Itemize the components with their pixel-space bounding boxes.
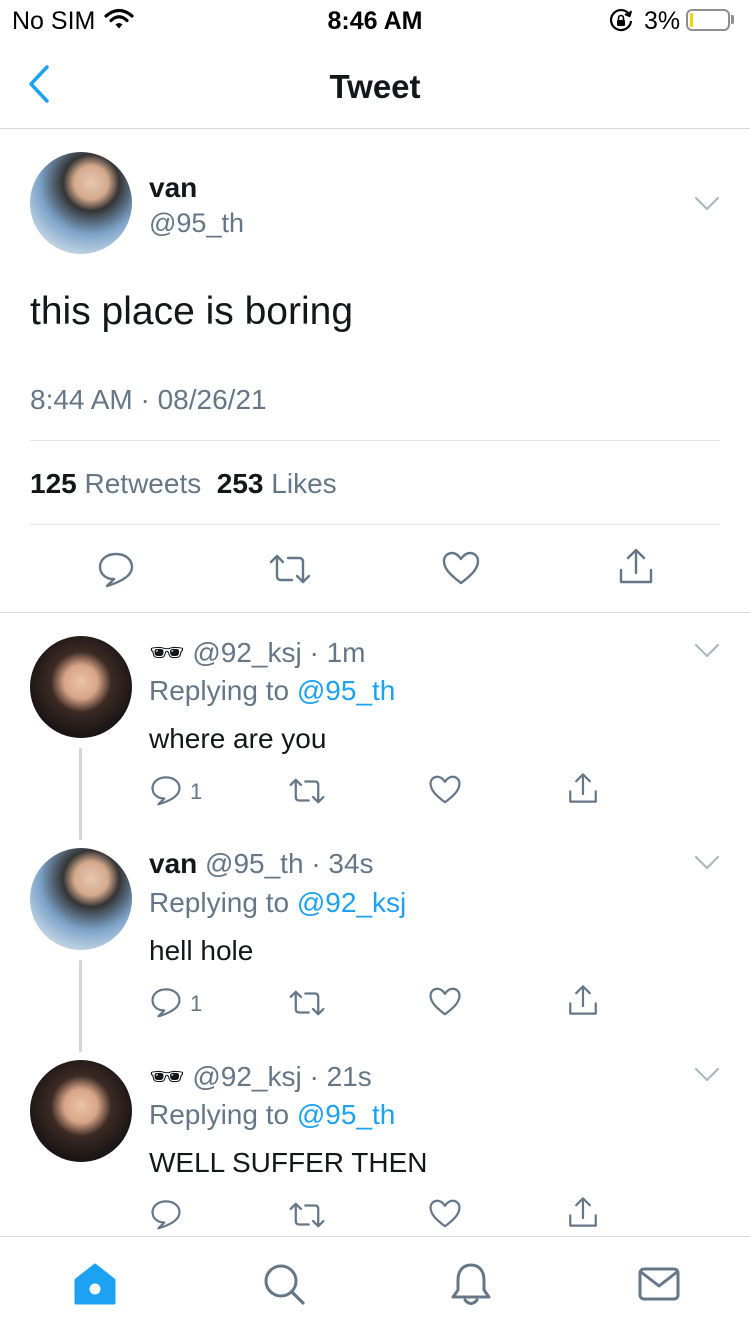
chevron-down-icon[interactable] <box>694 1067 720 1088</box>
avatar[interactable] <box>30 152 132 254</box>
replying-to-handle[interactable]: @95_th <box>297 675 396 706</box>
status-bar: No SIM 8:46 AM 3% <box>0 0 750 40</box>
battery-icon <box>686 9 730 31</box>
chevron-down-icon[interactable] <box>694 855 720 876</box>
replying-to-handle[interactable]: @95_th <box>297 1099 396 1130</box>
likes-label[interactable]: Likes <box>271 468 336 499</box>
section-divider <box>0 612 750 613</box>
chevron-down-icon[interactable] <box>694 643 720 664</box>
like-icon[interactable] <box>441 550 481 591</box>
author-handle[interactable]: @92_ksj <box>192 1061 301 1092</box>
reply-text: hell hole <box>149 935 254 966</box>
status-time: 8:46 AM <box>327 7 423 35</box>
search-icon[interactable] <box>261 1261 307 1312</box>
reply-icon[interactable] <box>150 774 182 811</box>
replying-to-label: Replying to <box>149 675 290 706</box>
share-icon[interactable] <box>566 771 600 810</box>
notifications-icon[interactable] <box>448 1261 494 1312</box>
retweet-icon[interactable] <box>288 1200 326 1235</box>
replying-to: Replying to @95_th <box>149 675 395 707</box>
thread-line <box>79 960 82 1052</box>
home-icon[interactable] <box>72 1261 118 1312</box>
like-icon[interactable] <box>428 986 462 1022</box>
avatar[interactable] <box>30 848 132 950</box>
share-icon[interactable] <box>616 546 656 591</box>
messages-icon[interactable] <box>636 1261 682 1312</box>
sunglasses-icon: 🕶 <box>149 1061 185 1092</box>
reply-time: · 1m <box>309 637 366 668</box>
replying-to-handle[interactable]: @92_ksj <box>297 887 406 918</box>
author-name[interactable]: van <box>149 172 197 204</box>
nav-bar: Tweet <box>0 40 750 129</box>
tweet-text: this place is boring <box>30 290 354 333</box>
reply-icon[interactable] <box>150 1198 182 1235</box>
battery-percentage: 3% <box>644 7 681 35</box>
reply-text: WELL SUFFER THEN <box>149 1147 428 1178</box>
author-handle[interactable]: @95_th <box>149 208 244 239</box>
author-handle[interactable]: @95_th <box>205 848 304 879</box>
avatar[interactable] <box>30 636 132 738</box>
tab-bar <box>0 1236 750 1335</box>
like-icon[interactable] <box>428 1198 462 1234</box>
retweet-icon[interactable] <box>288 988 326 1023</box>
tweet-stats: 125 Retweets 253 Likes <box>30 468 337 500</box>
like-count[interactable]: 253 <box>217 468 264 499</box>
reply-count: 1 <box>190 991 203 1016</box>
reply-time: · 21s <box>309 1061 372 1092</box>
thread-line <box>79 748 82 840</box>
reply-time: · 34s <box>311 848 374 879</box>
reply-icon[interactable] <box>150 986 182 1023</box>
retweet-icon[interactable] <box>288 776 326 811</box>
reply-icon[interactable] <box>97 550 135 593</box>
avatar[interactable] <box>30 1060 132 1162</box>
page-title: Tweet <box>329 68 421 105</box>
battery-level-fill <box>690 13 693 27</box>
reply-header: 🕶 @92_ksj · 1m <box>149 636 365 669</box>
orientation-lock-icon <box>608 8 634 39</box>
battery-nub <box>731 15 734 24</box>
reply-header: van @95_th · 34s <box>149 848 374 880</box>
replying-to: Replying to @95_th <box>149 1099 395 1131</box>
tweet-timestamp: 8:44 AM · 08/26/21 <box>30 384 267 415</box>
like-icon[interactable] <box>428 774 462 810</box>
divider <box>30 524 720 525</box>
reply-count: 1 <box>190 779 203 804</box>
reply-header: 🕶 @92_ksj · 21s <box>149 1060 372 1093</box>
author-handle[interactable]: @92_ksj <box>192 637 301 668</box>
retweets-label[interactable]: Retweets <box>85 468 202 499</box>
retweet-count[interactable]: 125 <box>30 468 77 499</box>
sunglasses-icon: 🕶 <box>149 637 185 668</box>
replying-to-label: Replying to <box>149 1099 290 1130</box>
share-icon[interactable] <box>566 1195 600 1234</box>
chevron-down-icon[interactable] <box>694 196 720 217</box>
reply-text: where are you <box>149 723 327 754</box>
share-icon[interactable] <box>566 983 600 1022</box>
author-name[interactable]: van <box>149 848 197 879</box>
retweet-icon[interactable] <box>268 552 312 591</box>
replying-to-label: Replying to <box>149 887 290 918</box>
divider <box>30 440 720 441</box>
replying-to: Replying to @92_ksj <box>149 887 406 919</box>
